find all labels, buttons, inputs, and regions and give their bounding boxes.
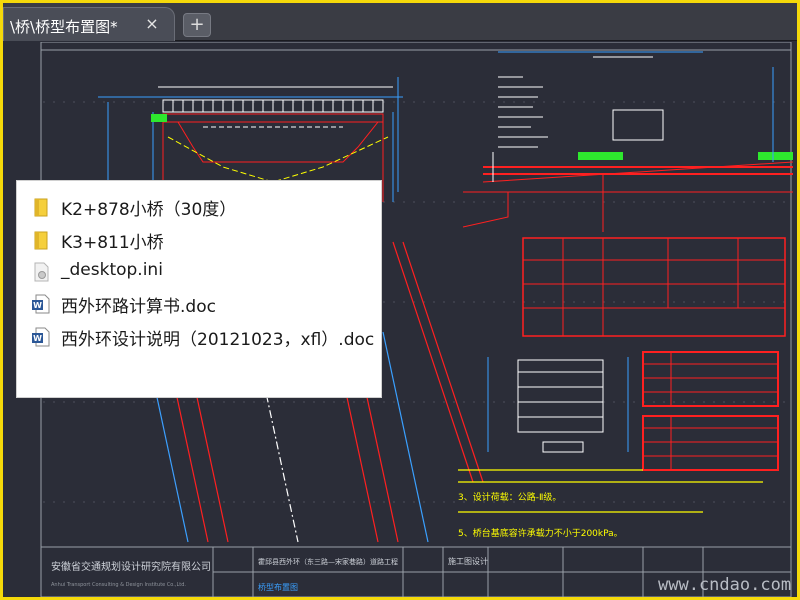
tab-bar: \桥\桥型布置图* × + — [3, 3, 797, 41]
drawing-name: 桥型布置图 — [258, 582, 298, 592]
institute-name-en: Anhui Transport Consulting & Design Inst… — [51, 582, 186, 588]
design-stage: 施工图设计 — [448, 556, 488, 566]
file-list-popup: K2+878小桥（30度） K3+811小桥 _desktop.ini W 西外… — [16, 180, 382, 398]
project-name: 霍邱县西外环（东三路—宋家巷路）道路工程 — [258, 557, 398, 566]
design-notes: 3、设计荷载：公路-Ⅱ级。 5、桥台基底容许承载力不小于200kPa。 — [458, 469, 763, 549]
note-3: 3、设计荷载：公路-Ⅱ级。 — [458, 491, 561, 503]
word-doc-icon: W — [32, 327, 50, 347]
file-name: 西外环设计说明（20121023，xfl）.doc — [61, 330, 375, 350]
list-item[interactable]: W 西外环设计说明（20121023，xfl）.doc — [17, 321, 383, 351]
note-5: 5、桥台基底容许承载力不小于200kPa。 — [458, 527, 623, 539]
list-item[interactable]: K3+811小桥 — [17, 224, 383, 254]
file-name: 西外环路计算书.doc — [61, 297, 216, 317]
material-table-2 — [642, 415, 779, 471]
folder-icon — [34, 231, 48, 250]
close-icon[interactable]: × — [142, 14, 162, 34]
tab-title: \桥\桥型布置图* — [10, 18, 118, 36]
title-block: 安徽省交通规划设计研究院有限公司 Anhui Transport Consult… — [40, 546, 792, 597]
new-tab-button[interactable]: + — [183, 13, 211, 37]
word-doc-icon: W — [32, 294, 50, 314]
cad-window: \桥\桥型布置图* × + 3、设计荷载：公路-Ⅱ级。 5、桥台基底容许承载力不… — [3, 3, 797, 597]
ini-file-icon — [34, 262, 49, 282]
pier-detail — [487, 357, 629, 453]
folder-icon — [34, 198, 48, 217]
institute-name: 安徽省交通规划设计研究院有限公司 — [51, 560, 211, 573]
list-item[interactable]: K2+878小桥（30度） — [17, 191, 383, 221]
file-name: _desktop.ini — [61, 260, 163, 280]
cross-section — [462, 51, 794, 232]
svg-text:W: W — [33, 334, 42, 343]
tab-drawing[interactable]: \桥\桥型布置图* × — [3, 7, 175, 41]
list-item[interactable]: W 西外环路计算书.doc — [17, 288, 383, 318]
file-name: K3+811小桥 — [61, 233, 164, 253]
quantity-table — [522, 237, 786, 337]
list-item[interactable]: _desktop.ini — [17, 256, 383, 286]
material-table-1 — [642, 351, 779, 407]
svg-text:W: W — [33, 301, 42, 310]
file-name: K2+878小桥（30度） — [61, 200, 237, 220]
watermark: www.cndao.com — [658, 575, 791, 595]
